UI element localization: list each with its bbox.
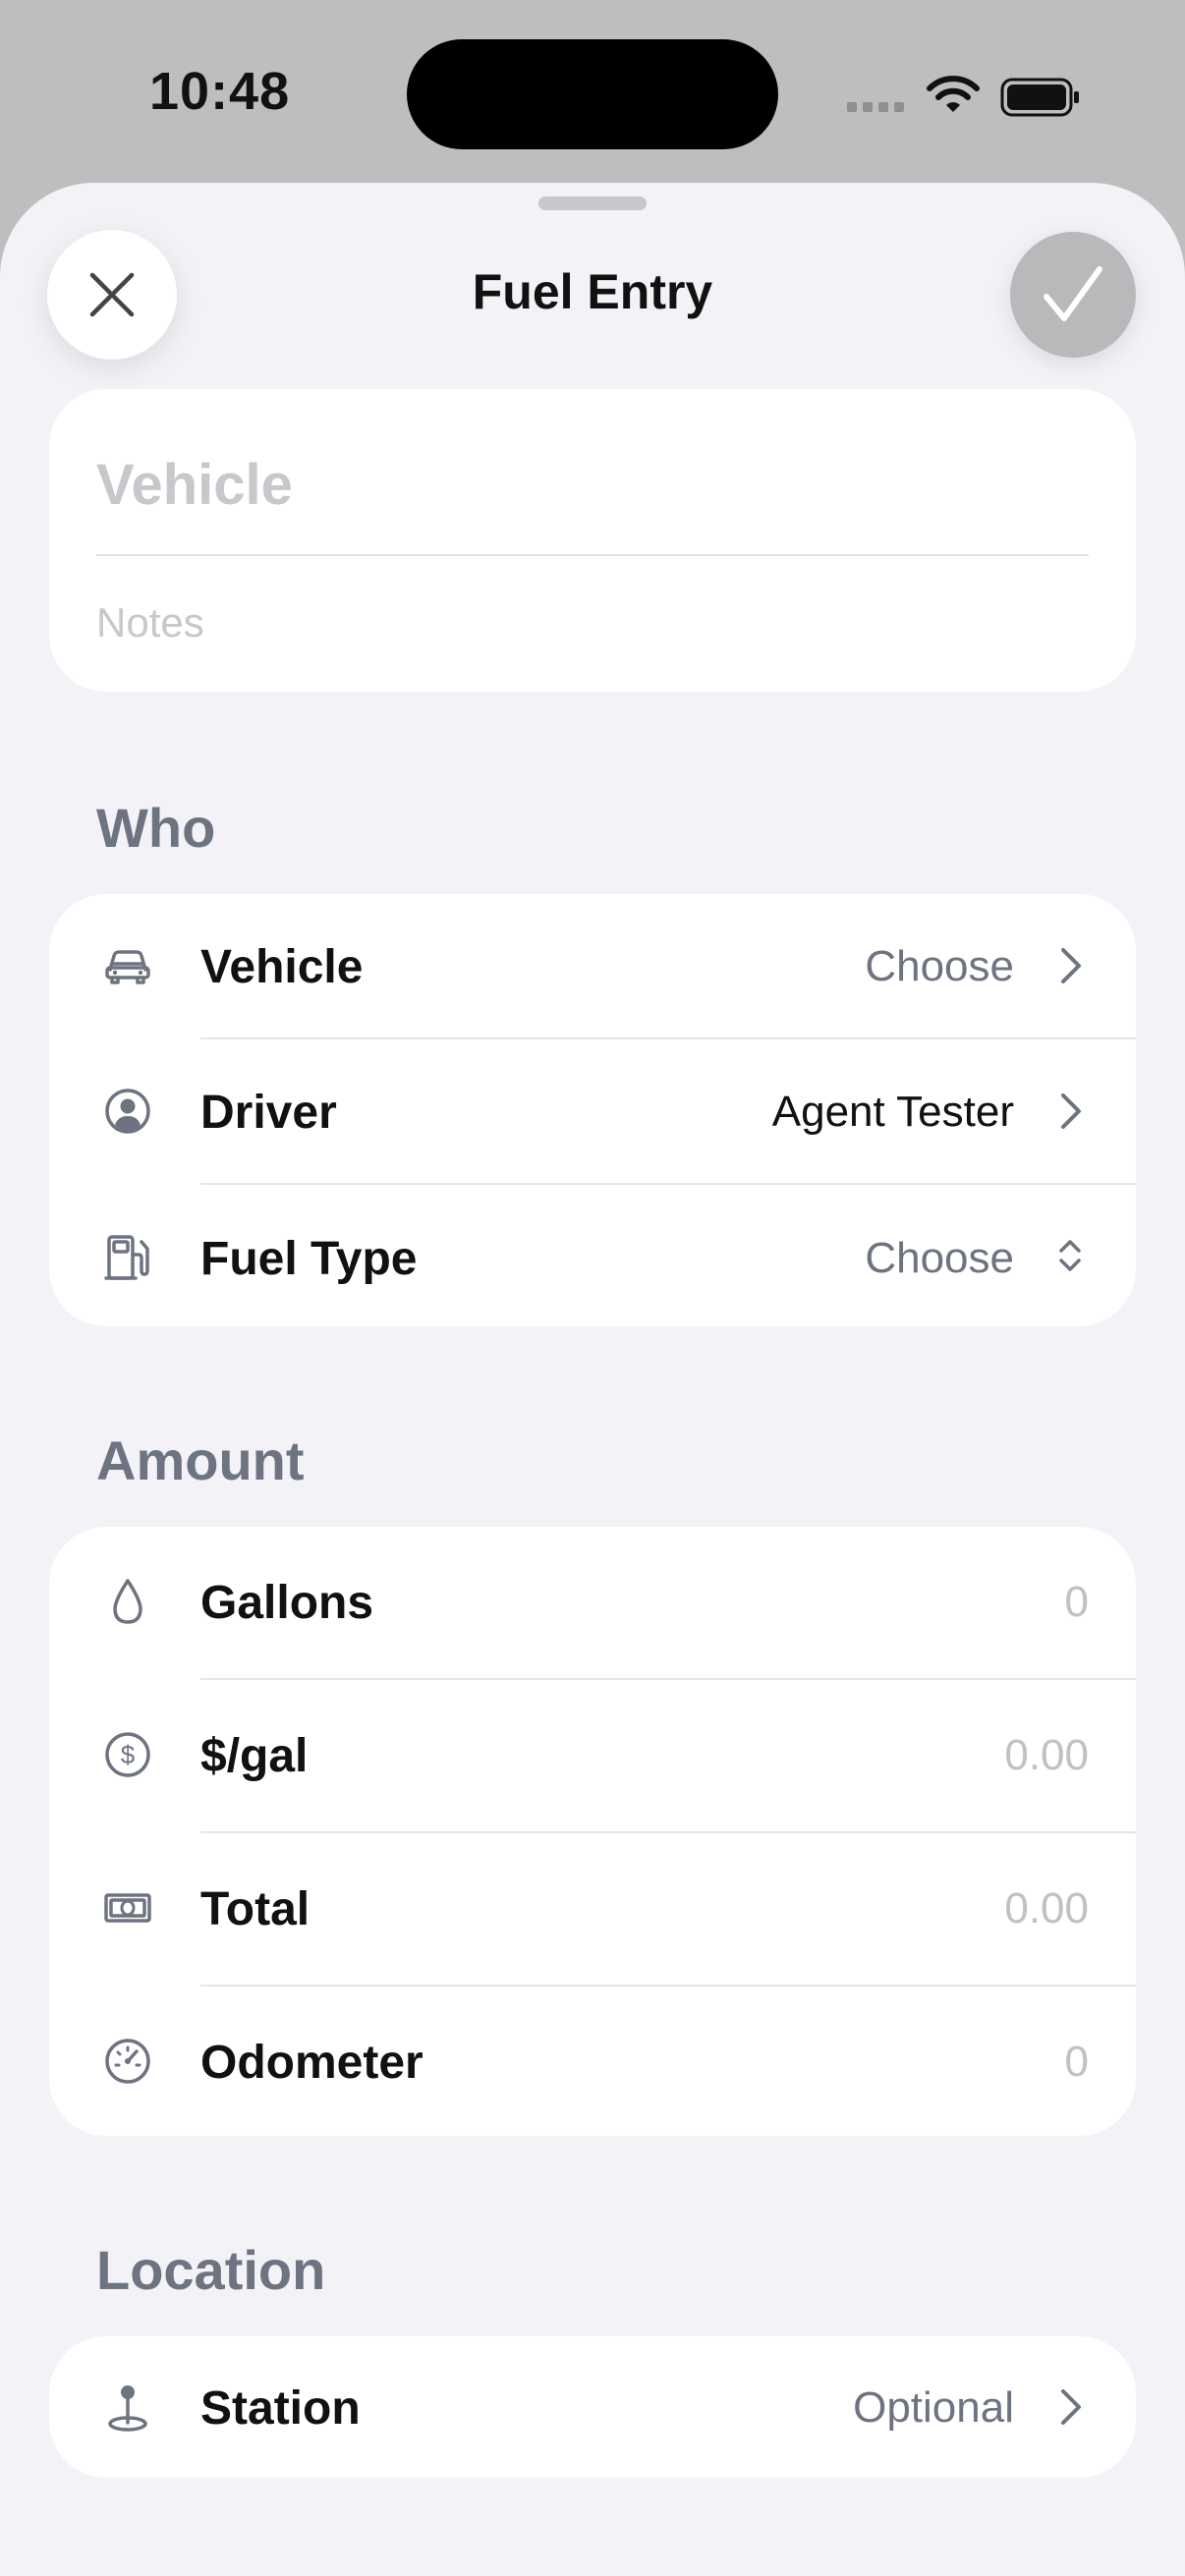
checkmark-icon <box>1044 266 1102 321</box>
section-label-location: Location <box>96 2239 326 2301</box>
section-label-amount: Amount <box>96 1429 305 1491</box>
confirm-button[interactable] <box>1010 232 1136 358</box>
header-card: Vehicle Notes <box>49 389 1136 692</box>
section-label-who: Who <box>96 797 216 859</box>
station-row-value: Optional <box>853 2383 1014 2432</box>
pin-icon <box>100 2380 155 2435</box>
fuel-type-row[interactable]: Fuel Type Choose <box>49 1185 1136 1326</box>
total-input[interactable]: 0.00 <box>1004 1884 1089 1933</box>
dynamic-island <box>407 39 778 149</box>
chevron-right-icon <box>1061 1093 1081 1129</box>
driver-row[interactable]: Driver Agent Tester <box>49 1039 1136 1183</box>
fuel-entry-sheet: Fuel Entry Vehicle Notes Who Vehicle Cho… <box>0 183 1185 2576</box>
amount-card: Gallons 0 $ $/gal 0.00 Total 0.00 Odomet… <box>49 1527 1136 2136</box>
cellular-signal-icon <box>847 102 904 112</box>
vehicle-row[interactable]: Vehicle Choose <box>49 894 1136 1037</box>
gallons-row-label: Gallons <box>200 1577 374 1629</box>
svg-text:$: $ <box>121 1740 136 1769</box>
divider <box>96 554 1089 556</box>
person-circle-icon <box>100 1084 155 1139</box>
total-row[interactable]: Total 0.00 <box>49 1833 1136 1985</box>
chevron-right-icon <box>1061 948 1081 983</box>
odometer-input[interactable]: 0 <box>1065 2038 1089 2087</box>
driver-row-label: Driver <box>200 1087 337 1139</box>
car-icon <box>100 938 155 993</box>
odometer-row-label: Odometer <box>200 2037 423 2089</box>
vehicle-row-label: Vehicle <box>200 941 364 993</box>
vehicle-row-value: Choose <box>865 942 1014 990</box>
price-per-gallon-input[interactable]: 0.00 <box>1004 1731 1089 1780</box>
banknote-icon <box>100 1880 155 1935</box>
notes-field[interactable]: Notes <box>96 599 204 646</box>
total-row-label: Total <box>200 1883 310 1935</box>
screen: 10:48 Fuel Entry Vehicle Notes Who Vehic… <box>0 0 1185 2576</box>
price-per-gallon-row[interactable]: $ $/gal 0.00 <box>49 1680 1136 1831</box>
fuel-pump-icon <box>100 1230 155 1285</box>
odometer-row[interactable]: Odometer 0 <box>49 1987 1136 2136</box>
gauge-icon <box>100 2034 155 2089</box>
fuel-type-row-value: Choose <box>865 1234 1014 1282</box>
gallons-input[interactable]: 0 <box>1065 1578 1089 1627</box>
vehicle-title-placeholder: Vehicle <box>96 453 293 517</box>
driver-row-value: Agent Tester <box>771 1088 1014 1136</box>
location-card: Station Optional <box>49 2336 1136 2478</box>
sheet-grabber[interactable] <box>538 196 647 210</box>
status-time: 10:48 <box>149 62 291 121</box>
drop-icon <box>100 1574 155 1629</box>
price-per-gallon-row-label: $/gal <box>200 1730 309 1782</box>
sheet-title: Fuel Entry <box>472 264 713 319</box>
station-row[interactable]: Station Optional <box>49 2336 1136 2478</box>
chevron-up-down-icon <box>1059 1240 1081 1271</box>
station-row-label: Station <box>200 2382 361 2435</box>
battery-icon <box>1000 78 1079 117</box>
dollar-circle-icon: $ <box>100 1727 155 1782</box>
who-card: Vehicle Choose Driver Agent Tester Fuel … <box>49 894 1136 1326</box>
chevron-right-icon <box>1061 2389 1081 2425</box>
fuel-type-row-label: Fuel Type <box>200 1233 418 1285</box>
gallons-row[interactable]: Gallons 0 <box>49 1527 1136 1678</box>
wifi-icon <box>927 76 980 112</box>
